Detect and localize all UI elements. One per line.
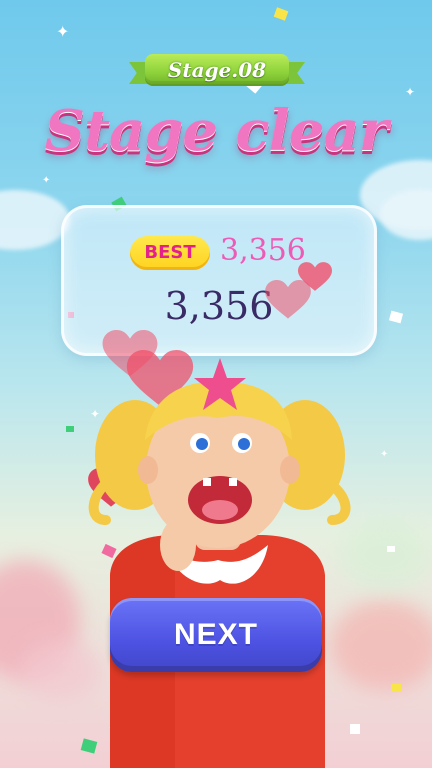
confetti-piece [112,674,128,688]
heart-icon [126,350,194,406]
confetti-piece [80,738,98,754]
best-badge: BEST [130,236,210,270]
background-blob [20,640,100,700]
stage-clear-title: Stage clear [44,98,389,164]
sparkle-icon: ✦ [108,721,120,737]
confetti-piece [273,7,289,21]
confetti-piece [391,684,401,692]
sparkle-icon: ✦ [42,175,51,186]
best-label: BEST [144,242,196,263]
sparkle-icon: ✦ [380,449,389,460]
sparkle-icon: ✦ [56,22,70,41]
confetti-piece [101,543,117,559]
heart-icon [88,468,134,507]
sparkle-icon: ✦ [90,407,101,421]
confetti-piece [66,426,74,432]
next-button[interactable]: NEXT [110,598,322,672]
heart-icon [265,280,311,319]
best-score: 3,356 [220,233,306,268]
game-scene: ✦ ✦ ✦ ✦ ✦ ✦ Stage.08 Stage clear BEST 3,… [0,0,432,768]
background-blob [340,520,430,590]
confetti-piece [350,724,360,734]
confetti-piece [187,410,195,418]
sparkle-icon: ✦ [405,85,416,99]
confetti-piece [387,546,395,552]
stage-label: Stage.08 [167,58,267,82]
cloud [0,190,70,250]
background-blob [330,600,432,690]
confetti-piece [388,310,404,324]
next-button-label: NEXT [173,618,258,651]
stage-ribbon: Stage.08 [129,54,305,86]
confetti-piece [226,540,234,548]
